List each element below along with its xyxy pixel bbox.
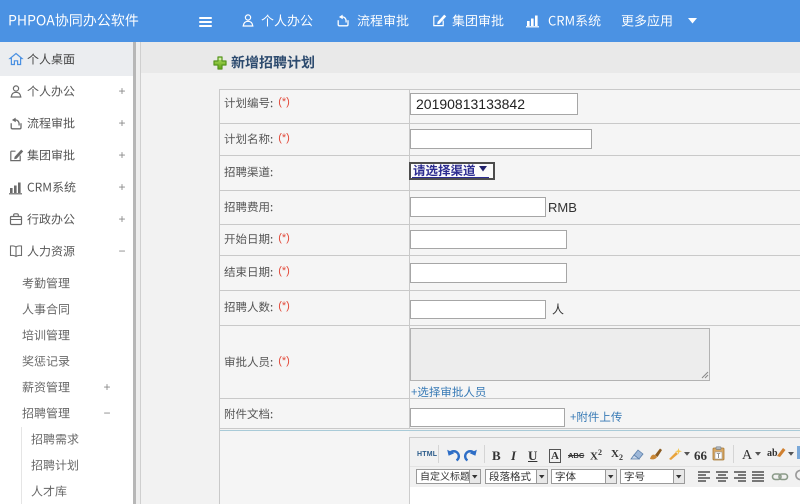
svg-text:T: T [717, 454, 721, 460]
